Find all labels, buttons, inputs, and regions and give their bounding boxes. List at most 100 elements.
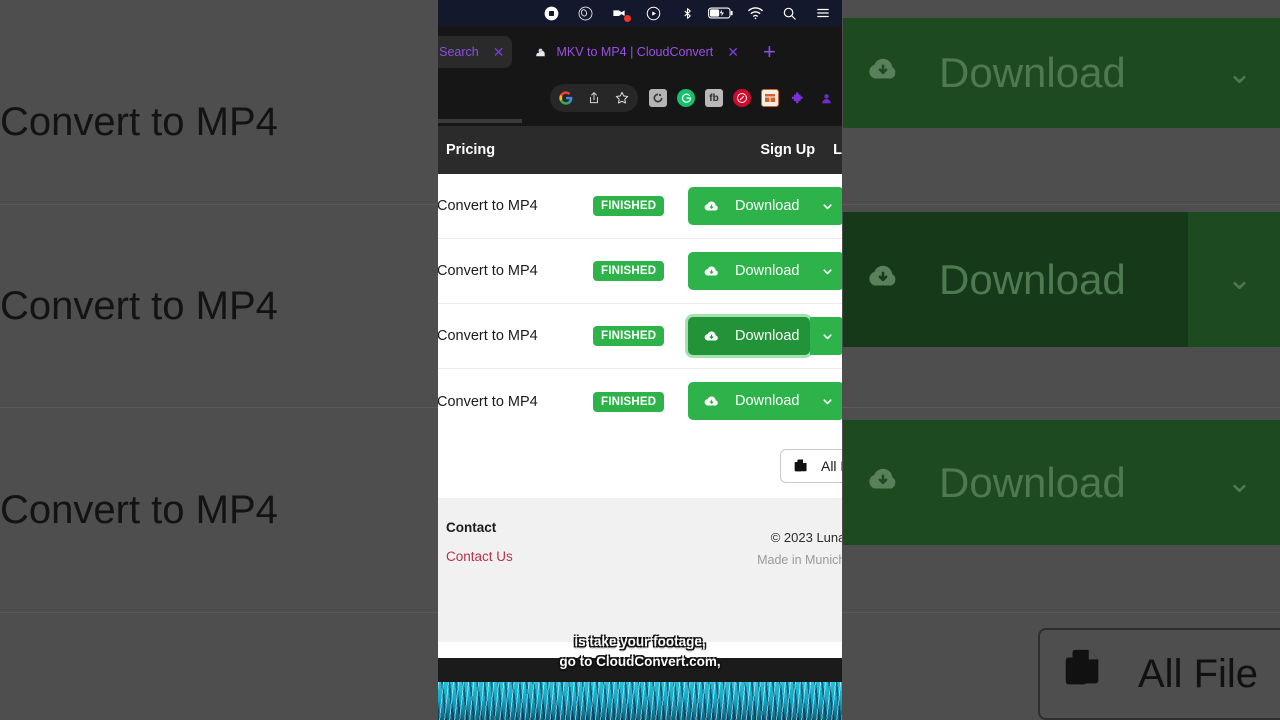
cloud-download-icon [702,199,721,214]
all-files-button[interactable]: All File [779,449,842,483]
subtitle-overlay: is take your footage, go to CloudConvert… [438,632,842,672]
obs-icon[interactable] [568,0,602,26]
site-footer: Contact Contact Us © 2023 Lunawe Made in… [438,498,842,642]
extension-puzzle-icon[interactable] [789,89,807,107]
cloud-download-icon [861,49,905,97]
download-button[interactable]: Download [688,187,810,225]
extension-grammarly-icon[interactable] [649,89,667,107]
download-split-button[interactable]: Download [688,187,842,225]
status-badge: FINISHED [593,391,665,412]
bluetooth-icon[interactable] [670,0,704,26]
screen-recording-panel: ogle Search ✕ MKV to MP4 | CloudConvert … [438,0,842,720]
nav-link-signup[interactable]: Sign Up [760,142,815,158]
battery-charging-icon[interactable] [704,0,738,26]
close-icon[interactable]: ✕ [493,44,505,61]
extension-fb-icon[interactable]: fb [705,89,723,107]
download-label: Download [735,393,800,409]
conversion-name: Convert to MP4 [438,328,538,344]
wifi-icon[interactable] [738,0,772,26]
extension-red-icon[interactable] [733,89,751,107]
conversion-name: Convert to MP4 [438,393,538,410]
cloud-download-icon [702,264,721,279]
all-files-bar: All File [438,434,842,498]
download-split-button[interactable]: Download [688,382,842,420]
background-download-caret: ⌄ [1188,212,1280,347]
macos-menu-bar [438,0,842,26]
download-label: Download [735,328,800,344]
conversion-name: Convert to MP4 [438,263,538,279]
download-dropdown-toggle[interactable] [810,317,842,355]
new-tab-button[interactable]: + [763,39,776,65]
copy-files-icon [793,458,809,474]
copy-files-icon [1060,646,1106,702]
all-files-label: All File [820,458,842,474]
google-icon[interactable] [552,84,580,112]
conversion-list: Convert to MP4 FINISHED Download Convert… [438,174,842,434]
background-all-files-button: All File [1038,628,1280,720]
stop-recording-icon[interactable] [534,0,568,26]
download-label: Download [735,263,800,279]
close-icon[interactable]: ✕ [727,44,739,61]
screen-record-icon[interactable] [602,0,636,26]
cloudconvert-favicon-icon [532,44,548,60]
table-row[interactable]: Convert to MP4 FINISHED Download [438,174,842,239]
download-label: Download [735,198,800,214]
status-badge: FINISHED [593,261,665,281]
cloud-download-icon [861,459,905,507]
background-download-label: Download [939,49,1126,96]
cloud-download-icon [702,329,721,344]
video-preview-frame [438,682,842,720]
extension-orange-icon[interactable] [761,89,779,107]
control-center-icon[interactable] [806,0,840,26]
background-row-label: Convert to MP4 [0,283,278,328]
cloud-download-icon [861,256,905,304]
table-row[interactable]: Convert to MP4 FINISHED Download [438,239,842,304]
download-split-button[interactable]: Download [688,317,842,355]
search-icon[interactable] [772,0,806,26]
background-download-label: Download [939,458,1126,506]
conversion-name: Convert to MP4 [438,198,538,214]
download-dropdown-toggle[interactable] [810,382,842,420]
play-circle-icon[interactable] [636,0,670,26]
download-button[interactable]: Download [688,382,810,420]
table-row[interactable]: Convert to MP4 FINISHED Download [438,304,842,369]
cloud-download-icon [702,394,721,409]
browser-tab-google-search[interactable]: ogle Search ✕ [438,36,513,68]
background-download-button: Download ⌄ [843,420,1280,545]
download-dropdown-toggle[interactable] [810,187,842,225]
share-icon[interactable] [580,84,608,112]
browser-toolbar: fb [438,78,842,118]
background-row-label: Convert to MP4 [0,99,278,144]
chevron-down-icon: ⌄ [1226,263,1252,296]
status-badge: FINISHED [593,326,665,346]
subtitle-line-1: is take your footage, [574,634,706,649]
extension-green-icon[interactable] [677,89,695,107]
site-nav-bar: Pricing Sign Up L [438,126,842,174]
table-row[interactable]: Convert to MP4 FINISHED Download [438,369,842,434]
background-download-button: Download ⌄ [843,18,1280,128]
footer-copyright-block: © 2023 Lunawe Made in Munich, G [757,530,842,567]
download-dropdown-toggle[interactable] [810,252,842,290]
tab-title: ogle Search [438,45,479,59]
browser-url-bar[interactable] [438,118,842,126]
subtitle-line-2: go to CloudConvert.com, [559,654,721,669]
download-button[interactable]: Download [688,252,810,290]
footer-made-in: Made in Munich, G [757,553,842,567]
nav-link-login[interactable]: L [833,142,842,158]
download-split-button[interactable]: Download [688,252,842,290]
status-badge: FINISHED [593,196,665,216]
background-all-files-label: All File [1138,651,1259,696]
background-row-label: Convert to MP4 [0,487,278,532]
footer-copyright: © 2023 Lunawe [770,530,842,545]
extension-profile-icon[interactable] [817,89,835,107]
chevron-down-icon: ⌄ [1226,56,1252,90]
nav-link-pricing[interactable]: Pricing [446,142,495,158]
chevron-down-icon: ⌄ [1226,466,1252,499]
browser-tab-cloudconvert[interactable]: MKV to MP4 | CloudConvert ✕ [524,36,747,68]
download-button[interactable]: Download [688,317,810,355]
bookmark-star-icon[interactable] [608,84,636,112]
tab-title: MKV to MP4 | CloudConvert [556,45,714,59]
background-download-button: Download [843,212,1188,347]
background-download-label: Download [939,255,1126,303]
browser-tab-strip: ogle Search ✕ MKV to MP4 | CloudConvert … [438,26,842,78]
